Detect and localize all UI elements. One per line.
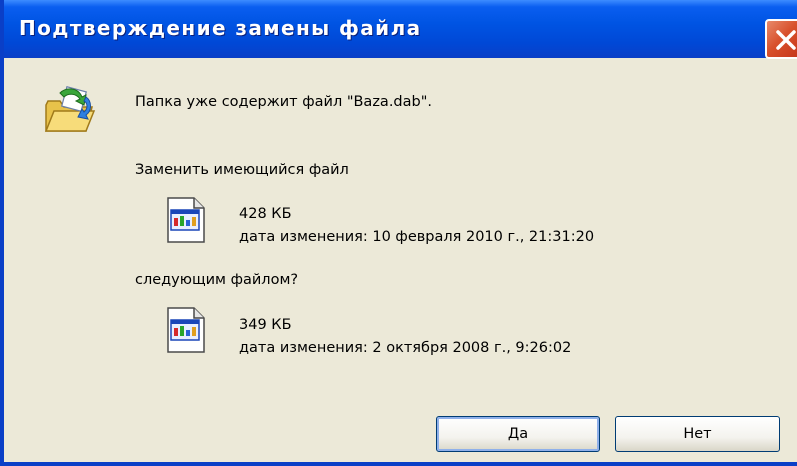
- existing-file-size: 428 КБ: [239, 206, 292, 222]
- yes-button[interactable]: Да: [436, 416, 600, 452]
- file-icon: [167, 307, 205, 353]
- title-bar[interactable]: Подтверждение замены файла: [4, 0, 797, 59]
- with-prompt: следующим файлом?: [135, 272, 299, 288]
- dialog-title: Подтверждение замены файла: [19, 16, 422, 40]
- confirm-file-replace-dialog: Подтверждение замены файла Папка уже сод…: [0, 0, 797, 466]
- new-file-size: 349 КБ: [239, 317, 292, 333]
- file-icon: [167, 197, 205, 243]
- close-icon: [776, 30, 796, 50]
- replace-prompt: Заменить имеющийся файл: [135, 162, 349, 178]
- folder-replace-icon: [44, 86, 96, 132]
- close-button[interactable]: [765, 19, 797, 59]
- existing-file-modified: дата изменения: 10 февраля 2010 г., 21:3…: [239, 229, 595, 245]
- new-file-modified: дата изменения: 2 октября 2008 г., 9:26:…: [239, 340, 572, 356]
- no-button[interactable]: Нет: [615, 416, 780, 452]
- folder-contains-message: Папка уже содержит файл "Baza.dab".: [135, 94, 432, 110]
